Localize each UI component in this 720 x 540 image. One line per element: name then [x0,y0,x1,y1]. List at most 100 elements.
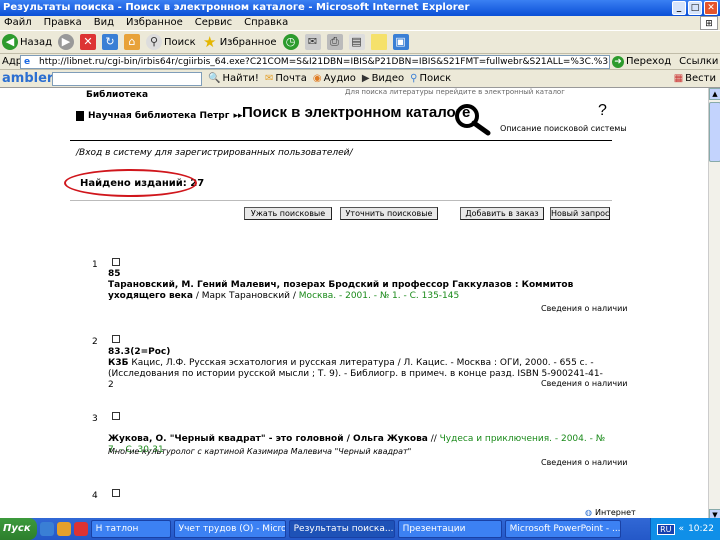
menu-edit[interactable]: Правка [44,16,82,30]
record-checkbox[interactable] [112,412,120,420]
print-button[interactable]: ⎙ [326,34,343,50]
menu-help[interactable]: Справка [244,16,288,30]
search-button[interactable]: ⚲ Поиск [146,34,196,50]
help-link[interactable]: ? [598,102,607,120]
rambler-search-input[interactable] [52,71,202,86]
mail-button[interactable]: ✉ [304,34,321,50]
rambler-mail-button[interactable]: ✉ Почта [265,73,307,84]
login-link[interactable]: /Вход в систему для зарегистрированных п… [76,148,353,158]
menu-view[interactable]: Вид [94,16,114,30]
menu-tools[interactable]: Сервис [195,16,232,30]
new-query-button[interactable]: Новый запрос [550,207,610,220]
quicklaunch-app-icon[interactable] [73,522,88,536]
library-brand[interactable]: Научная библиотека Петрг ▸▸ [76,111,243,121]
refine-search-button[interactable]: Уточнить поисковые [340,207,438,220]
home-icon: ⌂ [124,34,141,50]
links-button[interactable]: Ссылки [679,56,718,67]
minimize-button[interactable]: _ [672,1,686,15]
messenger-icon: ▣ [392,34,409,50]
highlight-oval [64,169,197,197]
availability-link[interactable]: Сведения о наличии [541,304,627,313]
go-button[interactable]: ➜ Переход [612,55,671,68]
search-icon: ⚲ [410,73,418,84]
printer-icon: ⎙ [326,34,343,50]
search-icon: ⚲ [146,34,163,50]
back-button[interactable]: ◀ Назад [2,34,52,50]
vertical-scrollbar[interactable]: ▲ ▼ [708,88,720,521]
stop-button[interactable]: ✕ [80,34,97,50]
record-number: 3 [92,414,98,424]
refresh-button[interactable]: ↻ [102,34,119,50]
note-icon [370,34,387,50]
divider [70,140,612,141]
rambler-video-button[interactable]: ▶ Видео [362,73,404,84]
menu-favorites[interactable]: Избранное [126,16,183,30]
availability-link[interactable]: Сведения о наличии [541,379,627,388]
menu-file[interactable]: Файл [4,16,32,30]
edit-icon: ▤ [348,34,365,50]
scroll-thumb[interactable] [709,102,720,162]
rambler-search-in-button[interactable]: ⚲ Поиск [410,73,451,84]
close-button[interactable]: ✕ [704,1,718,15]
menu-bar: Файл Правка Вид Избранное Сервис Справка… [0,16,720,30]
record-checkbox[interactable] [112,489,120,497]
favorites-button[interactable]: ★ Избранное [202,34,277,50]
taskbar-item-active[interactable]: Результаты поиска... [288,520,395,538]
rambler-audio-button[interactable]: ◉ Аудио [313,73,356,84]
add-to-order-button[interactable]: Добавить в заказ [460,207,544,220]
quicklaunch-folder-icon[interactable] [56,522,71,536]
record-description: Тарановский, М. Гений Малевич, позерах Б… [108,280,574,301]
window-title: Результаты поиска - Поиск в электронном … [3,2,470,13]
rambler-find-button[interactable]: 🔍 Найти! [208,73,259,84]
taskbar-item[interactable]: Презентации [397,520,502,538]
forward-button[interactable]: ▶ [58,34,75,50]
system-description-link[interactable]: Описание поисковой системы [500,124,627,133]
mail-icon: ✉ [304,34,321,50]
language-indicator[interactable]: RU [657,523,675,535]
rambler-vesti-button[interactable]: ▦ Вести [674,73,720,84]
record-checkbox[interactable] [112,258,120,266]
address-label: Адрес [2,56,34,67]
audio-icon: ◉ [312,73,322,84]
taskbar: Пуск Н татлон Учет трудов (О) - Micro...… [0,518,720,540]
taskbar-item[interactable]: Н татлон [90,520,171,538]
availability-link[interactable]: Сведения о наличии [541,458,627,467]
scroll-up-icon[interactable]: ▲ [709,88,720,100]
history-button[interactable]: ◷ [282,34,299,50]
home-button[interactable]: ⌂ [124,34,141,50]
record-number: 1 [92,260,98,270]
system-tray: RU « 10:22 [650,518,720,540]
edit-button[interactable]: ▤ [348,34,365,50]
messenger-button[interactable]: ▣ [392,34,409,50]
start-button[interactable]: Пуск [0,518,37,540]
stop-icon: ✕ [80,34,97,50]
record-source-link[interactable]: Москва. - 2001. - № 1. - С. 135-145 [299,291,459,301]
back-arrow-icon: ◀ [2,34,18,50]
note-button[interactable] [370,34,387,50]
address-input[interactable]: http://libnet.ru/cgi-bin/irbis64r/cgiirb… [20,54,610,69]
record-code: 85 [108,269,121,279]
record-checkbox[interactable] [112,335,120,343]
page-title: Поиск в электронном каталоге [242,104,471,121]
video-icon: ▶ [361,73,370,84]
news-icon: ▦ [673,73,684,84]
magnifier-icon [455,104,491,136]
narrow-search-button[interactable]: Ужать поисковые [244,207,332,220]
window-title-bar: Результаты поиска - Поиск в электронном … [0,0,720,16]
go-arrow-icon: ➜ [612,55,624,68]
divider [70,200,612,201]
taskbar-item[interactable]: Учет трудов (О) - Micro... [173,520,286,538]
rambler-search-icon: 🔍 [208,73,221,84]
address-bar: Адрес http://libnet.ru/cgi-bin/irbis64r/… [0,54,720,70]
library-label: Библиотека [86,90,149,100]
page-content: Библиотека Для поиска литературы перейди… [0,88,708,521]
maximize-button[interactable]: □ [688,1,702,15]
rambler-toolbar: ambler 🔍 Найти! ✉ Почта ◉ Аудио ▶ Видео … [0,70,720,88]
mail-icon: ✉ [264,73,274,84]
quicklaunch-ie-icon[interactable] [39,522,54,536]
refresh-icon: ↻ [102,34,119,50]
taskbar-item[interactable]: Microsoft PowerPoint - ... [504,520,621,538]
chevron-left-icon[interactable]: « [679,524,685,534]
rambler-logo[interactable]: ambler [0,71,53,86]
record-number: 2 [92,337,98,347]
